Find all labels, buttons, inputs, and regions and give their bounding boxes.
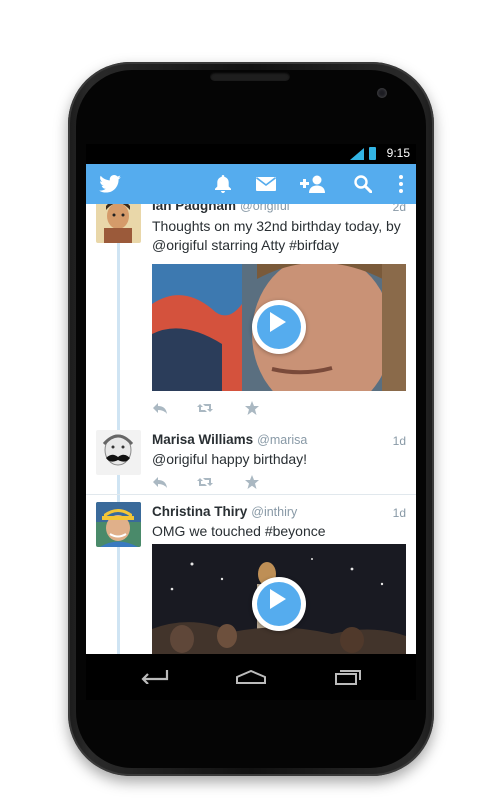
tweet-author[interactable]: Marisa Williams @marisa	[152, 432, 307, 447]
tweet-video[interactable]	[152, 264, 406, 391]
author-name: Ian Padgham	[152, 204, 237, 213]
tweet-text: Thoughts on my 32nd birthday today, by @…	[152, 218, 401, 253]
timeline[interactable]: Ian Padgham @origiful 2d Thoughts on my 3…	[86, 204, 416, 654]
tweet-author[interactable]: Christina Thiry @inthiry	[152, 504, 297, 519]
front-camera	[377, 88, 387, 98]
play-button[interactable]	[252, 300, 306, 354]
status-bar: 9:15	[86, 144, 416, 164]
author-name: Christina Thiry	[152, 504, 248, 519]
favorite-icon[interactable]	[244, 474, 260, 490]
signal-icon	[350, 148, 364, 160]
tweet-divider	[86, 494, 416, 495]
back-icon[interactable]	[134, 662, 174, 692]
play-button[interactable]	[252, 577, 306, 631]
battery-icon	[369, 147, 376, 160]
twitter-bird-icon[interactable]	[92, 164, 128, 204]
avatar[interactable]	[96, 502, 141, 547]
home-icon[interactable]	[231, 662, 271, 692]
status-time: 9:15	[386, 146, 410, 160]
tweet-timestamp: 2d	[392, 204, 406, 214]
author-name: Marisa Williams	[152, 432, 254, 447]
overflow-menu-icon[interactable]	[390, 164, 412, 204]
search-icon[interactable]	[346, 164, 380, 204]
reply-icon[interactable]	[152, 474, 168, 490]
tweet-timestamp: 1d	[392, 434, 406, 448]
author-handle: @origiful	[240, 204, 290, 213]
tweet-item[interactable]: Ian Padgham @origiful 2d Thoughts on my 3…	[86, 204, 416, 428]
tweet-text: @origiful happy birthday!	[152, 451, 308, 467]
tweet-video[interactable]	[152, 544, 406, 654]
add-user-icon[interactable]	[294, 164, 332, 204]
notifications-icon[interactable]	[206, 164, 240, 204]
navigation-bar	[86, 654, 416, 700]
recent-apps-icon[interactable]	[328, 662, 368, 692]
reply-icon[interactable]	[152, 400, 168, 416]
tweet-author[interactable]: Ian Padgham @origiful	[152, 204, 290, 213]
tweet-timestamp: 1d	[392, 506, 406, 520]
favorite-icon[interactable]	[244, 400, 260, 416]
messages-icon[interactable]	[249, 164, 283, 204]
tweet-item[interactable]: Marisa Williams @marisa 1d @origiful happ…	[86, 430, 416, 496]
action-bar	[86, 164, 416, 204]
avatar[interactable]	[96, 430, 141, 475]
author-handle: @inthiry	[251, 505, 298, 519]
screen: 9:15 Ian Padgham @origiful 2d Thoughts o…	[86, 144, 416, 654]
tweet-text: OMG we touched #beyonce	[152, 523, 326, 539]
earpiece-speaker	[210, 72, 290, 81]
author-handle: @marisa	[257, 433, 308, 447]
retweet-icon[interactable]	[197, 400, 213, 416]
retweet-icon[interactable]	[197, 474, 213, 490]
tweet-item[interactable]: Christina Thiry @inthiry 1d OMG we touche…	[86, 502, 416, 654]
avatar[interactable]	[96, 204, 141, 243]
